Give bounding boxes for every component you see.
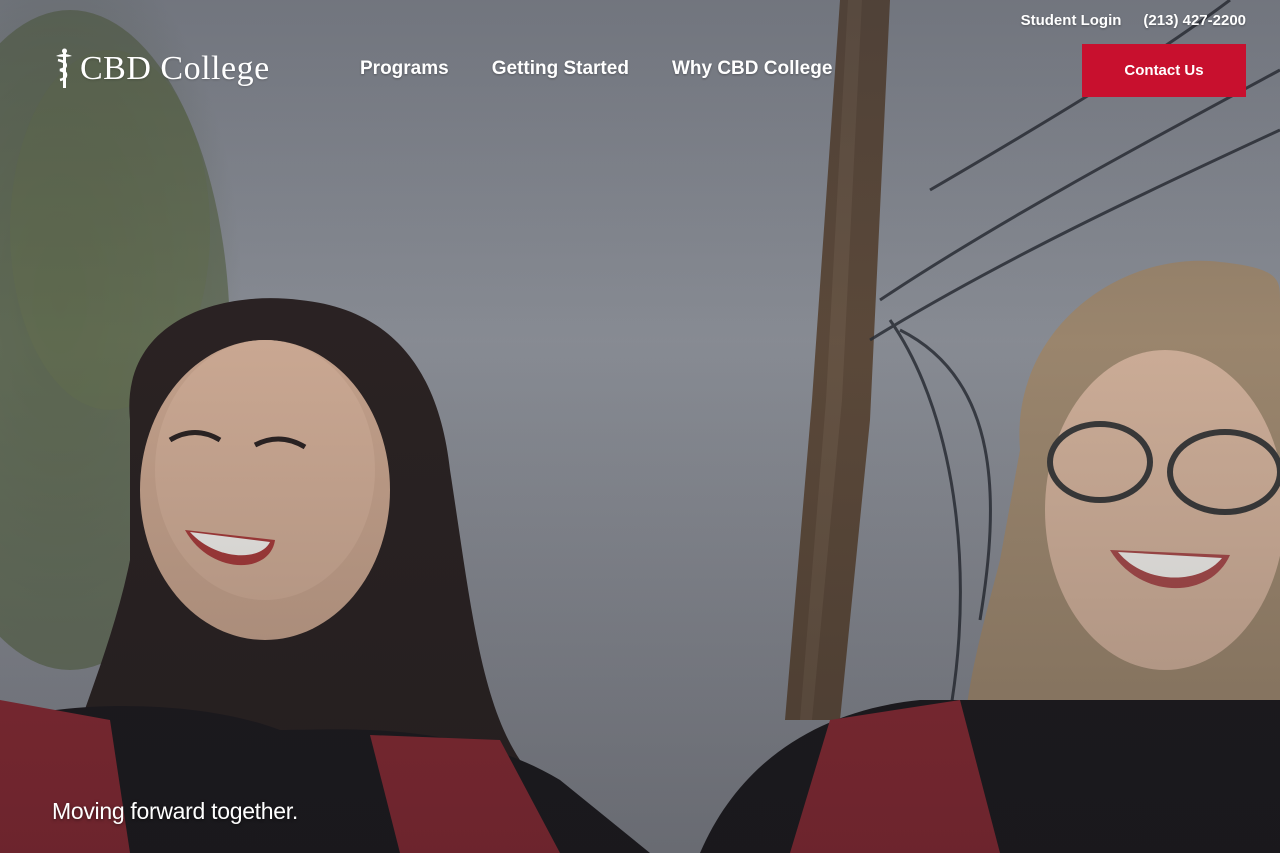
student-login-link[interactable]: Student Login [1021, 12, 1122, 29]
site-logo[interactable]: CBD College [52, 48, 270, 90]
hero-overlay [0, 0, 1280, 853]
nav-getting-started[interactable]: Getting Started [492, 58, 629, 80]
caduceus-icon [56, 48, 72, 88]
utility-links: Student Login (213) 427-2200 [1021, 12, 1246, 29]
phone-link[interactable]: (213) 427-2200 [1143, 12, 1246, 29]
nav-programs[interactable]: Programs [360, 58, 449, 80]
logo-text: CBD College [80, 50, 270, 87]
nav-why-cbd-college[interactable]: Why CBD College [672, 58, 832, 80]
hero-tagline: Moving forward together. [52, 798, 298, 824]
contact-us-button[interactable]: Contact Us [1082, 44, 1246, 97]
main-nav: Programs Getting Started Why CBD College [360, 58, 832, 80]
hero-background [0, 0, 1280, 853]
